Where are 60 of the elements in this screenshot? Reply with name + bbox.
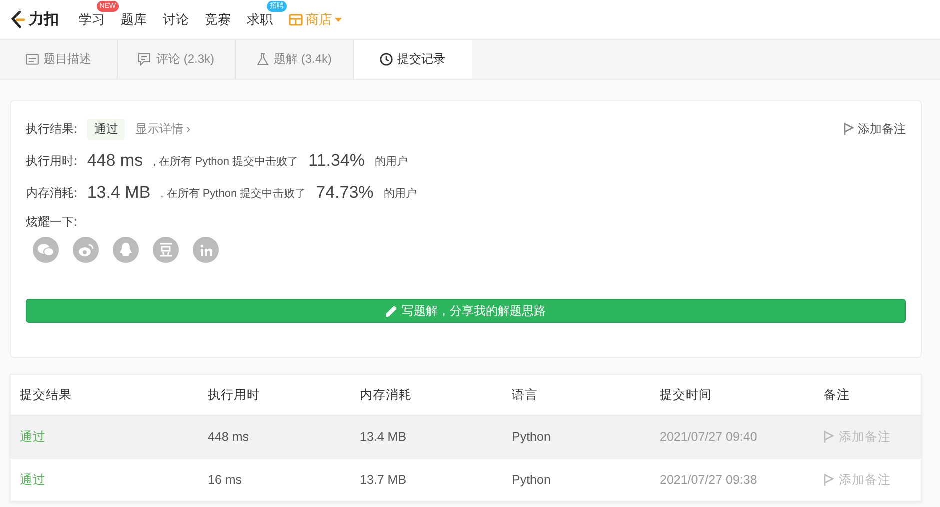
nav-link[interactable]: 竞赛 <box>205 10 231 28</box>
status-badge: 通过 <box>87 118 126 140</box>
write-solution-button[interactable]: 写题解，分享我的解题思路 <box>26 299 906 323</box>
description-icon <box>26 54 38 65</box>
tab[interactable]: 题目描述 <box>0 40 118 79</box>
nav-link[interactable]: 商店 <box>289 10 342 28</box>
table-cell-text: 13.7 MB <box>360 473 408 487</box>
nav-link[interactable]: 讨论 <box>163 10 189 28</box>
stat-text: , 在所有 Python 提交中击败了 <box>153 154 299 168</box>
store-icon <box>289 14 303 26</box>
column-header: 语言 <box>512 386 539 404</box>
status-link[interactable]: 通过 <box>20 472 208 488</box>
flag-icon <box>824 474 834 486</box>
share-label: 炫耀一下: <box>26 214 78 230</box>
nav-link[interactable]: 题库 <box>121 10 147 28</box>
weibo-icon[interactable] <box>73 237 99 263</box>
stat-suffix: 的用户 <box>374 154 408 168</box>
linkedin-icon[interactable] <box>193 237 219 263</box>
stat-text: , 在所有 Python 提交中击败了 <box>160 186 306 200</box>
column-header: 备注 <box>824 386 851 404</box>
douban-icon[interactable] <box>153 237 179 263</box>
table-row[interactable]: 通过 16 ms 13.7 MB Python 2021/07/27 09:38 添加备注 <box>11 458 921 501</box>
pencil-icon <box>386 306 397 316</box>
nav-link[interactable]: 求职 <box>247 10 273 28</box>
stat-label: 内存消耗: <box>26 184 78 202</box>
table-cell-text: 448 ms <box>208 430 250 444</box>
logo-text: 力扣 <box>29 10 59 29</box>
stat-value: 13.4 MB <box>87 183 151 203</box>
table-cell-text: 16 ms <box>208 473 244 487</box>
details-link[interactable]: 显示详情 › <box>135 120 191 138</box>
wechat-icon[interactable] <box>33 237 59 263</box>
tab[interactable]: 评论 (2.3k) <box>118 40 236 79</box>
column-header: 执行用时 <box>208 386 261 404</box>
qq-icon[interactable] <box>113 237 139 263</box>
status-link[interactable]: 通过 <box>20 428 208 446</box>
clock-icon <box>380 53 392 66</box>
stat-percent: 11.34% <box>308 151 365 171</box>
column-header: 提交结果 <box>20 386 73 404</box>
flag-icon <box>844 123 854 135</box>
nav-link[interactable]: 学习 <box>79 10 105 28</box>
stat-label: 执行用时: <box>26 152 78 170</box>
column-header: 提交时间 <box>660 386 713 404</box>
table-cell-text: 13.4 MB <box>360 430 408 444</box>
logo-icon <box>10 10 26 28</box>
stat-percent: 74.73% <box>316 183 374 203</box>
tab[interactable]: 提交记录 <box>354 40 472 79</box>
stat-suffix: 的用户 <box>384 186 417 200</box>
table-cell-text: Python <box>512 430 552 444</box>
flask-icon <box>256 53 269 66</box>
result-label: 执行结果: <box>26 120 78 138</box>
column-header: 内存消耗 <box>360 386 413 404</box>
flag-icon <box>824 431 834 443</box>
caret-icon <box>335 18 342 22</box>
table-cell-text: 2021/07/27 09:40 <box>660 430 758 444</box>
table-cell-text: 2021/07/27 09:38 <box>660 473 758 487</box>
stat-value: 448 ms <box>87 151 144 171</box>
add-note-link[interactable]: 添加备注 <box>824 472 921 488</box>
add-note-link[interactable]: 添加备注 <box>844 120 906 138</box>
comment-icon <box>138 53 152 66</box>
table-cell-text: Python <box>512 473 552 487</box>
